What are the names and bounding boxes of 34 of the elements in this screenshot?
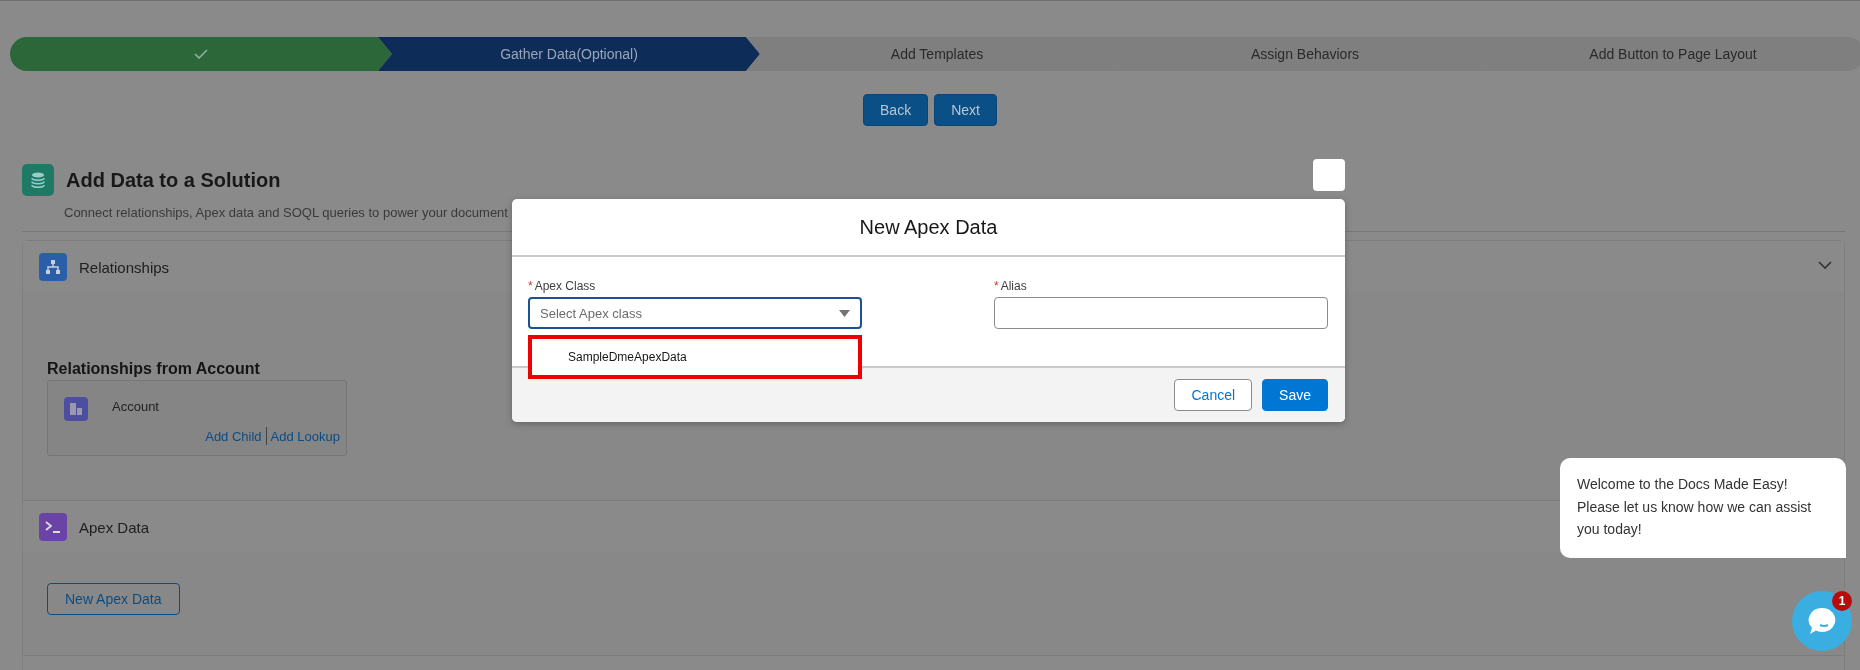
group-title: Relationships from Account xyxy=(47,360,260,378)
chat-message: Welcome to the Docs Made Easy! Please let us know how we can assist you today! xyxy=(1577,475,1813,539)
notification-badge: 1 xyxy=(1832,591,1852,611)
terminal-icon xyxy=(39,513,67,541)
field-label: * Apex Class xyxy=(528,279,597,293)
check-icon xyxy=(194,49,208,59)
add-link[interactable]: Add Child xyxy=(205,428,262,444)
building-icon xyxy=(64,397,88,421)
page-subtitle: Connect relationships, Apex data and SOQL queries to power your document xyxy=(64,205,508,220)
modal-title: New Apex Data xyxy=(512,199,1345,257)
page-title: Add Data to a Solution xyxy=(66,168,281,192)
database-icon xyxy=(22,164,54,196)
next-button[interactable]: Next xyxy=(934,94,997,126)
chevron-icon[interactable] xyxy=(1818,261,1832,270)
dropdown-option[interactable]: SampleDmeApexData xyxy=(528,335,862,379)
path-step[interactable]: Add Templates xyxy=(746,37,1128,71)
save-button[interactable]: Save xyxy=(1262,379,1328,411)
chat-icon xyxy=(1807,606,1837,636)
section-title: Apex Data xyxy=(79,518,150,536)
apex-class-select[interactable]: Select Apex class xyxy=(528,297,862,329)
cancel-button[interactable]: Cancel xyxy=(1174,379,1253,411)
path-step[interactable]: Add Button to Page Layout xyxy=(1482,37,1860,71)
add-link[interactable]: Add Lookup xyxy=(270,428,340,444)
alias-field[interactable] xyxy=(994,297,1328,329)
object-name: Account xyxy=(112,399,159,414)
section-title: Relationships xyxy=(79,258,170,276)
path-step[interactable]: Assign Behaviors xyxy=(1114,37,1496,71)
new-apex-data-button[interactable]: New Apex Data xyxy=(47,583,180,615)
field-label: * Alias xyxy=(994,279,1028,293)
dropdown-icon xyxy=(839,309,850,317)
blank-square xyxy=(1313,159,1345,191)
back-button[interactable]: Back xyxy=(863,94,929,126)
path-step[interactable]: Gather Data(Optional) xyxy=(378,37,760,71)
hierarchy-icon xyxy=(39,253,67,281)
